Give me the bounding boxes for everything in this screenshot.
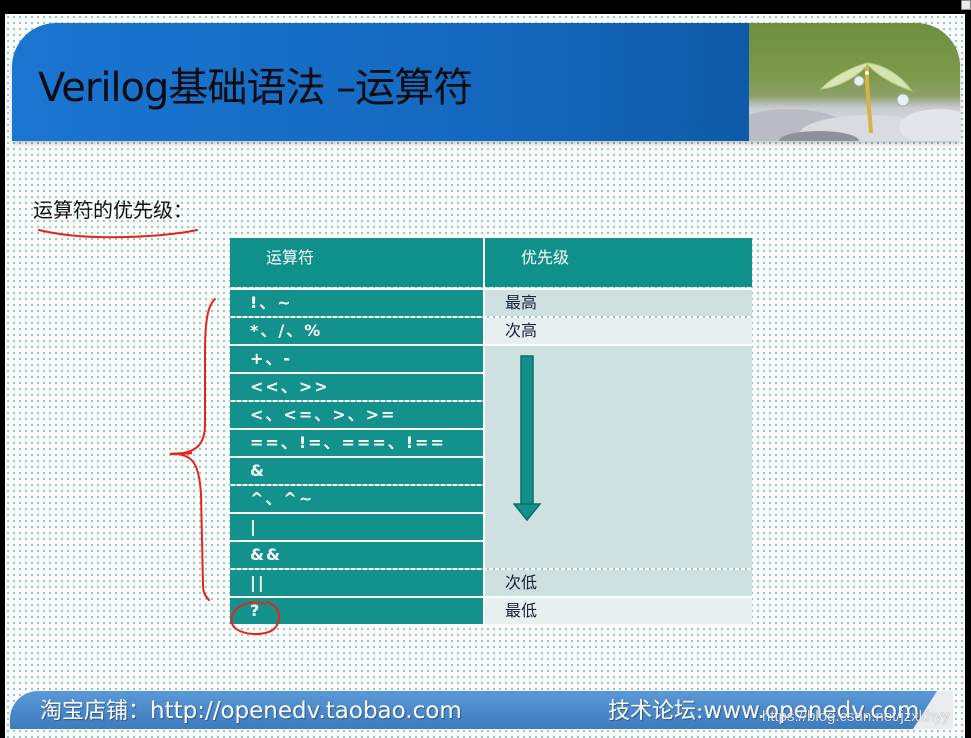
- table-header-operator: 运算符: [230, 238, 483, 287]
- operator-cell: <<、>>: [250, 377, 330, 396]
- table-row: ||: [230, 570, 483, 596]
- red-circle-annotation: [230, 601, 281, 635]
- table-row: *、/、%: [230, 318, 483, 344]
- priority-label: 次高: [505, 321, 538, 340]
- priority-cell-middle: [485, 346, 752, 568]
- header-label-operator: 运算符: [266, 248, 315, 267]
- operator-cell: &: [250, 461, 266, 480]
- table-row: <<、>>: [230, 374, 483, 400]
- footer-shop-link[interactable]: 淘宝店铺：http://openedv.taobao.com: [40, 693, 462, 725]
- table-row: !、~: [230, 290, 483, 316]
- table-row: |: [230, 514, 483, 540]
- table-row: &&: [230, 542, 483, 568]
- priority-cell-second-highest: 次高: [485, 318, 752, 344]
- table-row: +、-: [230, 346, 483, 372]
- seedling-photo: [749, 23, 960, 141]
- forum-label: 技术论坛:: [608, 699, 704, 724]
- table-header-priority: 优先级: [485, 238, 752, 287]
- slide-title: Verilog基础语法 –运算符: [38, 65, 473, 111]
- priority-cell-lowest: 最低: [485, 598, 752, 624]
- slide: Verilog基础语法 –运算符 运算符的优先级： 运算符 优先级 !、~ *、…: [5, 14, 965, 738]
- window-corner-button[interactable]: [961, 0, 971, 10]
- table-row: <、<=、>、>=: [230, 402, 483, 428]
- priority-label: 最高: [505, 293, 538, 312]
- table-row: ^、^~: [230, 486, 483, 512]
- operator-cell: ^、^~: [250, 489, 315, 508]
- priority-label: 最低: [505, 601, 538, 620]
- operator-cell: ==、!=、===、!==: [250, 433, 446, 452]
- red-underline-annotation: [38, 229, 198, 239]
- operator-cell: +、-: [250, 349, 293, 368]
- operator-cell: !、~: [250, 293, 293, 312]
- csdn-watermark: https://blog.csdn.net/jzxkhyy: [762, 708, 950, 725]
- slide-header: Verilog基础语法 –运算符: [12, 23, 960, 141]
- section-subtitle: 运算符的优先级：: [33, 198, 193, 222]
- red-brace-annotation: [169, 298, 216, 601]
- table-row: &: [230, 458, 483, 484]
- down-arrow-icon: [513, 355, 542, 522]
- shop-url[interactable]: http://openedv.taobao.com: [150, 698, 462, 724]
- header-label-priority: 优先级: [521, 248, 570, 267]
- priority-label: 次低: [505, 573, 538, 592]
- operator-cell: |: [250, 517, 258, 536]
- priority-cell-second-lowest: 次低: [485, 570, 752, 596]
- operator-cell: <、<=、>、>=: [250, 405, 397, 424]
- operator-cell: ||: [250, 573, 266, 592]
- operator-priority-table: 运算符 优先级 !、~ *、/、% +、- <<、>> <、<=、>、>= ==…: [230, 238, 752, 626]
- shop-label: 淘宝店铺：: [40, 699, 151, 724]
- table-row: ==、!=、===、!==: [230, 430, 483, 456]
- operator-cell: *、/、%: [250, 321, 323, 340]
- operator-cell: &&: [250, 545, 282, 564]
- priority-cell-highest: 最高: [485, 290, 752, 316]
